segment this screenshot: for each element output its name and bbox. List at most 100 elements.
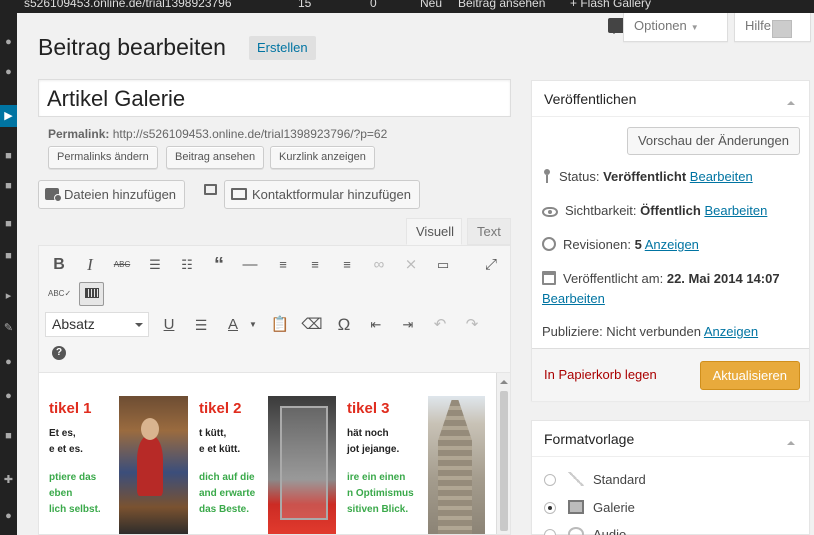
help-icon[interactable]: ? (48, 342, 70, 364)
users-icon[interactable]: ● (0, 351, 17, 373)
image[interactable] (119, 396, 188, 534)
post-title-input[interactable]: Artikel Galerie (38, 79, 511, 117)
update-button[interactable]: Aktualisieren (699, 361, 800, 390)
avatar[interactable] (772, 20, 792, 38)
gallery-plugin-icon[interactable]: ✚ (0, 469, 17, 491)
add-contact-form-button[interactable]: Kontaktformular hinzufügen (224, 180, 420, 209)
unlink-icon[interactable]: ⨯ (400, 254, 422, 276)
tab-visual[interactable]: Visuell (406, 218, 462, 245)
jetpack-icon[interactable]: ● (0, 61, 17, 83)
publish-box-header[interactable]: Veröffentlichen (532, 81, 809, 117)
align-right-icon[interactable]: ≡ (336, 254, 358, 276)
settings-icon[interactable]: ■ (0, 425, 17, 447)
card-text: and erwarte (199, 488, 256, 499)
card-text: t kütt, (199, 428, 227, 439)
numbered-list-icon[interactable]: ☷ (176, 254, 198, 276)
format-select-value: Absatz (52, 316, 95, 332)
edit-date-link[interactable]: Bearbeiten (542, 291, 605, 306)
collapse-menu-icon[interactable]: ● (0, 505, 17, 527)
text-color-icon[interactable]: A (222, 314, 244, 336)
scrollbar[interactable] (496, 373, 510, 534)
format-option-standard[interactable]: Standard (544, 472, 646, 487)
gallery-icon[interactable] (204, 184, 217, 195)
chevron-down-icon (135, 323, 143, 331)
edit-permalink-button[interactable]: Permalinks ändern (48, 146, 158, 169)
special-char-icon[interactable]: Ω (333, 314, 355, 336)
redo-icon[interactable]: ↷ (461, 314, 483, 336)
align-left-icon[interactable]: ≡ (272, 254, 294, 276)
admin-bar-site[interactable]: s526109453.online.de/trial1398923796 (24, 0, 232, 10)
radio-button[interactable] (544, 502, 556, 514)
admin-bar-comments-count[interactable]: 15 (298, 0, 311, 10)
link-icon[interactable]: ∞ (368, 254, 390, 276)
admin-bar-pending-count[interactable]: 0 (370, 0, 377, 10)
blockquote-icon[interactable]: “ (208, 254, 230, 276)
dashboard-icon[interactable]: ● (0, 31, 17, 53)
indent-icon[interactable]: ⇥ (397, 314, 419, 336)
appearance-icon[interactable]: ▸ (0, 285, 17, 307)
toggle-icon[interactable] (787, 437, 795, 445)
italic-icon[interactable]: I (79, 254, 101, 276)
posts-icon[interactable]: ▶ (0, 105, 17, 127)
align-center-icon[interactable]: ≡ (304, 254, 326, 276)
links-icon[interactable]: ■ (0, 175, 17, 197)
undo-icon[interactable]: ↶ (429, 314, 451, 336)
content-card-2: tikel 2 t kütt, e et kütt. dich auf die … (199, 401, 279, 518)
justify-icon[interactable]: ☰ (190, 314, 212, 336)
underline-icon[interactable]: U (158, 314, 180, 336)
fullscreen-icon[interactable]: ⤢ (480, 254, 502, 276)
permalink-url[interactable]: http://s526109453.online.de/trial1398923… (113, 127, 388, 141)
clock-icon (542, 237, 556, 251)
toggle-icon[interactable] (787, 97, 795, 105)
media-icon[interactable]: ■ (0, 145, 17, 167)
comments-icon[interactable]: ■ (0, 245, 17, 267)
radio-button[interactable] (544, 529, 556, 535)
admin-bar-flash-gallery[interactable]: + Flash Gallery (570, 0, 651, 10)
format-option-audio[interactable]: Audio (544, 527, 626, 535)
clear-format-icon[interactable]: ⌫ (301, 314, 323, 336)
format-select[interactable]: Absatz (45, 312, 149, 337)
published-edit-row: Bearbeiten (542, 291, 605, 306)
card-title: tikel 1 (49, 400, 92, 417)
show-revisions-link[interactable]: Anzeigen (645, 237, 699, 252)
chevron-down-icon[interactable]: ▼ (242, 314, 264, 336)
pages-icon[interactable]: ■ (0, 213, 17, 235)
editor-toolbar: B I ABC ☰ ☷ “ — ≡ ≡ ≡ ∞ ⨯ ▭ ⤢ ABC✓ Absat… (38, 245, 511, 373)
add-media-button[interactable]: Dateien hinzufügen (38, 180, 186, 209)
plugins-icon[interactable]: ✎ (0, 317, 17, 339)
preview-changes-button[interactable]: Vorschau der Änderungen (626, 127, 800, 155)
image[interactable] (428, 396, 485, 534)
kitchen-sink-icon[interactable] (79, 282, 104, 306)
format-option-gallery[interactable]: Galerie (544, 500, 635, 515)
card-text: ptiere das (49, 472, 97, 483)
status-row: Status: Veröffentlicht Bearbeiten (542, 169, 753, 184)
show-publicize-link[interactable]: Anzeigen (704, 324, 758, 339)
card-text: Et es, (49, 428, 76, 439)
bold-icon[interactable]: B (48, 254, 70, 276)
radio-button[interactable] (544, 474, 556, 486)
edit-status-link[interactable]: Bearbeiten (690, 169, 753, 184)
tools-icon[interactable]: ● (0, 385, 17, 407)
horizontal-rule-icon[interactable]: — (239, 254, 261, 276)
paste-text-icon[interactable]: 📋 (269, 314, 291, 336)
view-post-button[interactable]: Beitrag ansehen (166, 146, 265, 169)
tab-text[interactable]: Text (467, 218, 511, 245)
screen-options-tab[interactable]: Optionen ▼ (623, 13, 728, 42)
shortlink-button[interactable]: Kurzlink anzeigen (270, 146, 375, 169)
card-text: sitiven Blick. (347, 504, 409, 515)
strikethrough-icon[interactable]: ABC (111, 254, 133, 276)
bullet-list-icon[interactable]: ☰ (144, 254, 166, 276)
edit-visibility-link[interactable]: Bearbeiten (704, 203, 767, 218)
read-more-icon[interactable]: ▭ (432, 254, 454, 276)
image[interactable] (268, 396, 336, 534)
admin-bar-new[interactable]: Neu (420, 0, 442, 10)
add-new-button[interactable]: Erstellen (249, 36, 316, 60)
admin-bar-view-post[interactable]: Beitrag ansehen (458, 0, 545, 10)
outdent-icon[interactable]: ⇤ (365, 314, 387, 336)
move-to-trash-link[interactable]: In Papierkorb legen (544, 367, 657, 382)
spellcheck-icon[interactable]: ABC✓ (48, 283, 71, 305)
add-contact-form-label: Kontaktformular hinzufügen (252, 187, 411, 202)
editor-content[interactable]: tikel 1 Et es, e et es. ptiere das eben … (38, 373, 511, 535)
card-text: jot jejange. (347, 444, 400, 455)
format-box-header[interactable]: Formatvorlage (532, 421, 809, 457)
